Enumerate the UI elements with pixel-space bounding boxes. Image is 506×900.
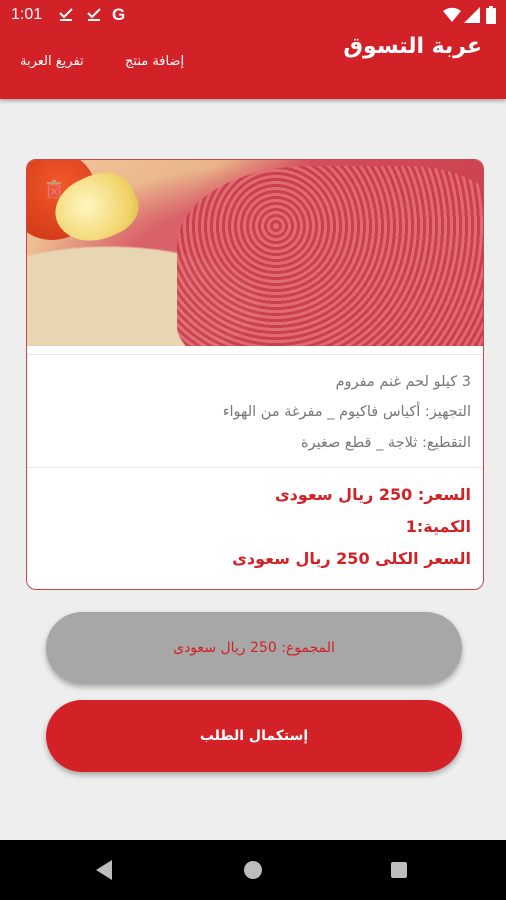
wifi-icon (443, 7, 461, 27)
product-preparation: التجهيز: أكياس فاكيوم _ مفرغة من الهواء (222, 404, 471, 420)
divider (27, 354, 483, 355)
product-name: 3 كيلو لحم غنم مفروم (335, 374, 471, 390)
home-icon[interactable] (244, 861, 262, 879)
recent-apps-icon[interactable] (391, 862, 407, 878)
product-price: السعر: 250 ريال سعودى (274, 485, 471, 504)
download-done-icon (86, 6, 102, 26)
status-bar: 1:01 G (0, 0, 506, 32)
back-icon[interactable] (96, 860, 112, 880)
google-icon: G (112, 5, 126, 24)
product-cutting: التقطيع: ثلاجة _ قطع صغيرة (301, 435, 471, 451)
total-display: المجموع: 250 ريال سعودى (46, 612, 462, 684)
navigation-bar (0, 840, 506, 900)
delete-icon[interactable] (47, 180, 61, 203)
product-quantity: الكمية:1 (405, 517, 471, 536)
empty-cart-button[interactable]: تفريغ العربة (20, 54, 84, 69)
page-title: عربة التسوق (343, 34, 482, 59)
add-product-button[interactable]: إضافة منتج (125, 54, 184, 69)
product-image (27, 160, 483, 346)
complete-order-button[interactable]: إستكمال الطلب (46, 700, 462, 772)
download-done-icon (58, 6, 74, 26)
product-line-total: السعر الكلى 250 ريال سعودى (232, 549, 471, 568)
app-bar: عربة التسوق إضافة منتج تفريغ العربة (0, 32, 506, 99)
battery-icon (486, 6, 496, 28)
divider (27, 467, 483, 468)
signal-icon (464, 7, 480, 27)
cart-item-card: 3 كيلو لحم غنم مفروم التجهيز: أكياس فاكي… (26, 159, 484, 590)
status-time: 1:01 (11, 6, 43, 23)
